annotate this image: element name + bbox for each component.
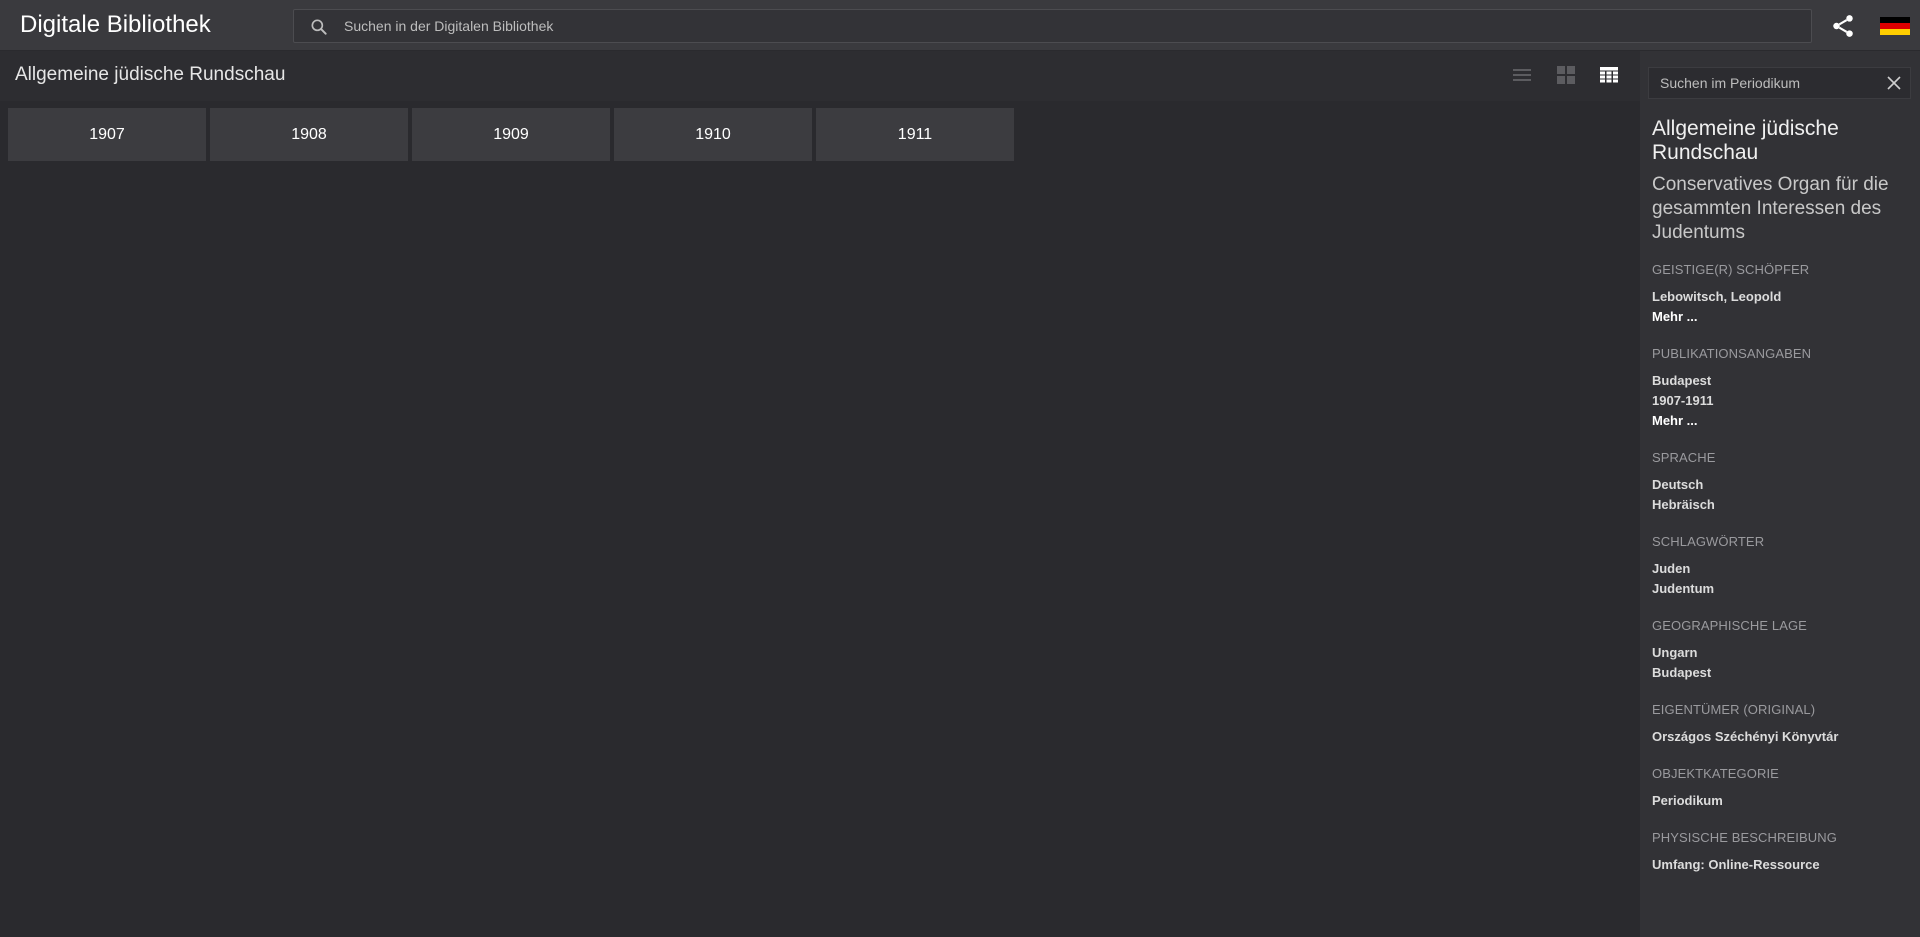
- table-view-icon[interactable]: [1597, 63, 1621, 87]
- meta-label: Geistige(r) Schöpfer: [1652, 262, 1810, 277]
- meta-value[interactable]: Deutsch: [1652, 475, 1910, 495]
- meta-value[interactable]: Periodikum: [1652, 791, 1910, 811]
- meta-section-creator: Geistige(r) Schöpfer Lebowitsch, Leopold…: [1652, 262, 1910, 327]
- meta-value: Umfang: Online-Ressource: [1652, 857, 1820, 872]
- meta-label: Physische Beschreibung: [1652, 830, 1837, 845]
- meta-section-keywords: Schlagwörter Juden Judentum: [1652, 534, 1910, 599]
- global-search-input[interactable]: [342, 10, 1792, 42]
- search-icon: [311, 19, 327, 35]
- year-tile-1911[interactable]: 1911: [816, 108, 1014, 161]
- list-view-icon[interactable]: [1510, 63, 1534, 87]
- share-icon[interactable]: [1830, 13, 1856, 39]
- meta-value[interactable]: Országos Széchényi Könyvtár: [1652, 727, 1910, 747]
- global-search-box[interactable]: [293, 9, 1812, 43]
- meta-section-language: Sprache Deutsch Hebräisch: [1652, 450, 1910, 515]
- meta-value: 1907-1911: [1652, 393, 1714, 408]
- periodical-search-input[interactable]: [1658, 68, 1873, 98]
- meta-section-category: Objektkategorie Periodikum: [1652, 766, 1910, 811]
- sidebar-content: Allgemeine jüdische Rundschau Conservati…: [1652, 117, 1910, 894]
- meta-value[interactable]: Judentum: [1652, 579, 1910, 599]
- meta-value[interactable]: Budapest: [1652, 663, 1910, 683]
- year-grid: 1907 1908 1909 1910 1911: [8, 108, 1014, 161]
- meta-value[interactable]: Lebowitsch, Leopold: [1652, 287, 1910, 307]
- year-tile-1910[interactable]: 1910: [614, 108, 812, 161]
- meta-section-owner: Eigentümer (Original) Országos Széchényi…: [1652, 702, 1910, 747]
- meta-section-geography: Geographische Lage Ungarn Budapest: [1652, 618, 1910, 683]
- meta-label: Sprache: [1652, 450, 1716, 465]
- close-icon[interactable]: [1886, 75, 1902, 91]
- title-bar: Allgemeine jüdische Rundschau: [0, 51, 1640, 101]
- year-tile-1909[interactable]: 1909: [412, 108, 610, 161]
- meta-section-physical: Physische Beschreibung Umfang: Online-Re…: [1652, 830, 1910, 875]
- year-tile-1908[interactable]: 1908: [210, 108, 408, 161]
- app-title[interactable]: Digitale Bibliothek: [20, 11, 211, 39]
- top-bar: Digitale Bibliothek: [0, 0, 1920, 51]
- periodical-search-box[interactable]: [1648, 67, 1911, 99]
- meta-label: Publikationsangaben: [1652, 346, 1812, 361]
- meta-value[interactable]: Budapest: [1652, 371, 1910, 391]
- sidebar-title: Allgemeine jüdische Rundschau: [1652, 117, 1839, 164]
- meta-label: Objektkategorie: [1652, 766, 1779, 781]
- page-title: Allgemeine jüdische Rundschau: [15, 64, 286, 85]
- main-content: Allgemeine jüdische Rundschau 1907 1908 …: [0, 51, 1640, 937]
- metadata-sidebar: Allgemeine jüdische Rundschau Conservati…: [1640, 51, 1920, 937]
- meta-section-publication: Publikationsangaben Budapest 1907-1911 M…: [1652, 346, 1910, 431]
- meta-label: Geographische Lage: [1652, 618, 1807, 633]
- meta-value[interactable]: Hebräisch: [1652, 495, 1910, 515]
- more-link[interactable]: Mehr ...: [1652, 307, 1910, 327]
- sidebar-subtitle: Conservatives Organ für die gesammten In…: [1652, 174, 1889, 243]
- german-flag-icon[interactable]: [1880, 17, 1910, 35]
- meta-label: Eigentümer (Original): [1652, 702, 1816, 717]
- meta-label: Schlagwörter: [1652, 534, 1765, 549]
- more-link[interactable]: Mehr ...: [1652, 411, 1910, 431]
- year-tile-1907[interactable]: 1907: [8, 108, 206, 161]
- meta-value[interactable]: Ungarn: [1652, 643, 1910, 663]
- meta-value[interactable]: Juden: [1652, 559, 1910, 579]
- grid-view-icon[interactable]: [1554, 63, 1578, 87]
